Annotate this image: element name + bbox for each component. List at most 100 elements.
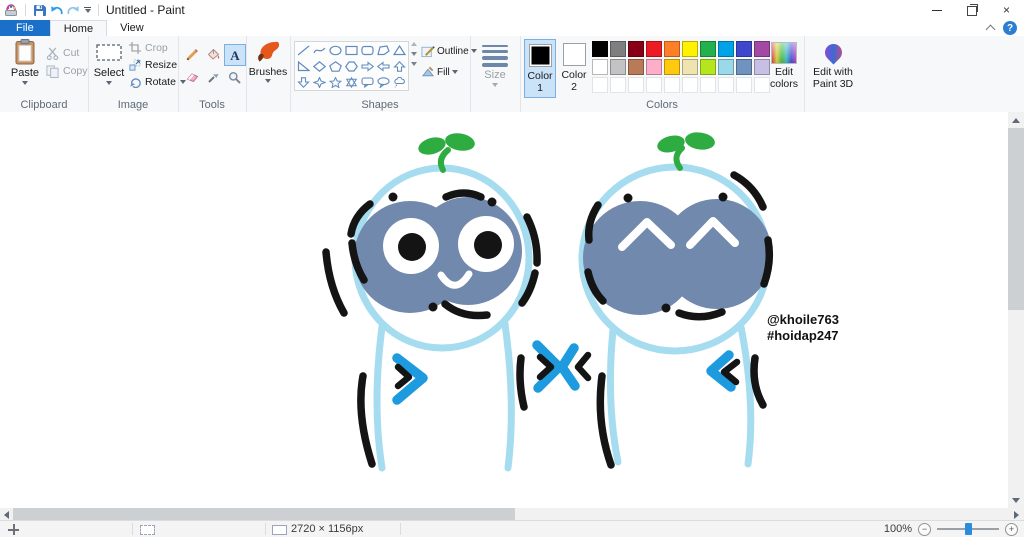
palette-swatch[interactable] (646, 59, 662, 75)
fill-tool[interactable] (203, 44, 223, 64)
palette-swatch[interactable] (592, 59, 608, 75)
minimize-button[interactable] (919, 0, 954, 20)
shape-cloud-callout-icon[interactable] (392, 74, 408, 90)
outline-button[interactable]: Outline (421, 44, 477, 58)
color2-button[interactable]: Color 2 (558, 39, 590, 98)
palette-swatch[interactable] (646, 41, 662, 57)
size-dropdown[interactable] (492, 83, 498, 87)
palette-row-2 (592, 59, 770, 75)
undo-icon[interactable] (50, 5, 63, 16)
palette-swatch[interactable] (700, 41, 716, 57)
paste-dropdown[interactable] (22, 81, 28, 85)
tab-home[interactable]: Home (49, 20, 108, 37)
pencil-tool[interactable] (182, 44, 202, 64)
zoom-slider[interactable] (937, 523, 999, 536)
palette-swatch-empty[interactable] (682, 77, 698, 93)
palette-swatch-empty[interactable] (628, 77, 644, 93)
shape-up-arrow-icon[interactable] (392, 58, 408, 74)
palette-swatch[interactable] (610, 59, 626, 75)
shape-down-arrow-icon[interactable] (295, 74, 311, 90)
palette-swatch-empty[interactable] (610, 77, 626, 93)
palette-swatch[interactable] (664, 59, 680, 75)
close-button[interactable]: × (989, 0, 1024, 20)
shapes-scroll-up-icon[interactable] (411, 42, 417, 46)
text-tool[interactable]: A (224, 44, 246, 66)
palette-swatch-empty[interactable] (646, 77, 662, 93)
palette-swatch[interactable] (682, 59, 698, 75)
shape-four-point-star-icon[interactable] (311, 74, 327, 90)
color-picker-tool[interactable] (203, 67, 223, 87)
shape-pentagon-icon[interactable] (327, 58, 343, 74)
save-icon[interactable] (33, 4, 46, 17)
shape-line-icon[interactable] (295, 42, 311, 58)
shapes-overflow-icon[interactable] (411, 62, 417, 66)
palette-swatch[interactable] (736, 41, 752, 57)
cut-button[interactable]: Cut (46, 45, 79, 61)
palette-swatch-empty[interactable] (700, 77, 716, 93)
paste-button[interactable]: Paste (6, 39, 44, 85)
shape-polygon-icon[interactable] (376, 42, 392, 58)
tab-file[interactable]: File (0, 20, 50, 36)
color1-button[interactable]: Color 1 (524, 39, 556, 98)
palette-swatch[interactable] (682, 41, 698, 57)
shape-diamond-icon[interactable] (311, 58, 327, 74)
shape-five-point-star-icon[interactable] (327, 74, 343, 90)
shape-right-triangle-icon[interactable] (295, 58, 311, 74)
shape-rounded-callout-icon[interactable] (360, 74, 376, 90)
zoom-out-button[interactable]: − (918, 522, 931, 536)
shape-six-point-star-icon[interactable] (343, 74, 359, 90)
palette-swatch[interactable] (718, 41, 734, 57)
brushes-dropdown[interactable] (265, 79, 271, 83)
shape-triangle-icon[interactable] (392, 42, 408, 58)
edit-colors-button[interactable]: Edit colors (766, 42, 802, 90)
scroll-up-icon[interactable] (1008, 112, 1024, 128)
drawing-canvas[interactable] (0, 112, 1008, 508)
help-icon[interactable]: ? (1003, 21, 1017, 35)
brushes-button[interactable]: Brushes (247, 40, 289, 83)
crop-button[interactable]: Crop (129, 40, 168, 56)
customize-toolbar-dropdown[interactable] (84, 6, 91, 14)
palette-swatch[interactable] (628, 41, 644, 57)
shape-fill-button[interactable]: Fill (421, 65, 458, 79)
redo-icon[interactable] (67, 5, 80, 16)
eraser-tool[interactable] (182, 67, 202, 87)
palette-swatch[interactable] (718, 59, 734, 75)
scroll-down-icon[interactable] (1008, 492, 1024, 508)
copy-button[interactable]: Copy (46, 63, 88, 79)
group-label-shapes: Shapes (361, 99, 399, 111)
shape-hexagon-icon[interactable] (343, 58, 359, 74)
paint-app-icon[interactable] (4, 3, 18, 17)
collapse-ribbon-icon[interactable] (985, 24, 996, 35)
zoom-slider-thumb[interactable] (965, 523, 972, 535)
size-button[interactable]: Size (473, 44, 517, 87)
zoom-in-button[interactable]: + (1005, 522, 1018, 536)
palette-swatch-empty[interactable] (664, 77, 680, 93)
palette-swatch[interactable] (664, 41, 680, 57)
palette-swatch[interactable] (700, 59, 716, 75)
restore-button[interactable] (954, 0, 989, 20)
tab-view[interactable]: View (107, 20, 157, 36)
vertical-scroll-thumb[interactable] (1008, 128, 1024, 310)
shape-fill-dropdown[interactable] (451, 70, 458, 74)
select-button[interactable]: Select (90, 39, 128, 85)
palette-swatch[interactable] (736, 59, 752, 75)
shape-left-arrow-icon[interactable] (376, 58, 392, 74)
palette-swatch[interactable] (610, 41, 626, 57)
shape-rectangle-icon[interactable] (343, 42, 359, 58)
resize-button[interactable]: Resize (129, 57, 177, 73)
shape-ellipse-icon[interactable] (327, 42, 343, 58)
palette-swatch[interactable] (628, 59, 644, 75)
shape-rounded-rectangle-icon[interactable] (360, 42, 376, 58)
palette-swatch-empty[interactable] (736, 77, 752, 93)
palette-swatch-empty[interactable] (592, 77, 608, 93)
shape-oval-callout-icon[interactable] (376, 74, 392, 90)
edit-with-paint3d-button[interactable]: Edit with Paint 3D (807, 40, 859, 90)
shapes-scroll-down-icon[interactable] (411, 52, 417, 56)
palette-swatch-empty[interactable] (718, 77, 734, 93)
vertical-scrollbar[interactable] (1008, 112, 1024, 508)
shape-curve-icon[interactable] (311, 42, 327, 58)
palette-swatch[interactable] (592, 41, 608, 57)
shape-right-arrow-icon[interactable] (360, 58, 376, 74)
select-dropdown[interactable] (106, 81, 112, 85)
magnifier-tool[interactable] (224, 67, 244, 87)
